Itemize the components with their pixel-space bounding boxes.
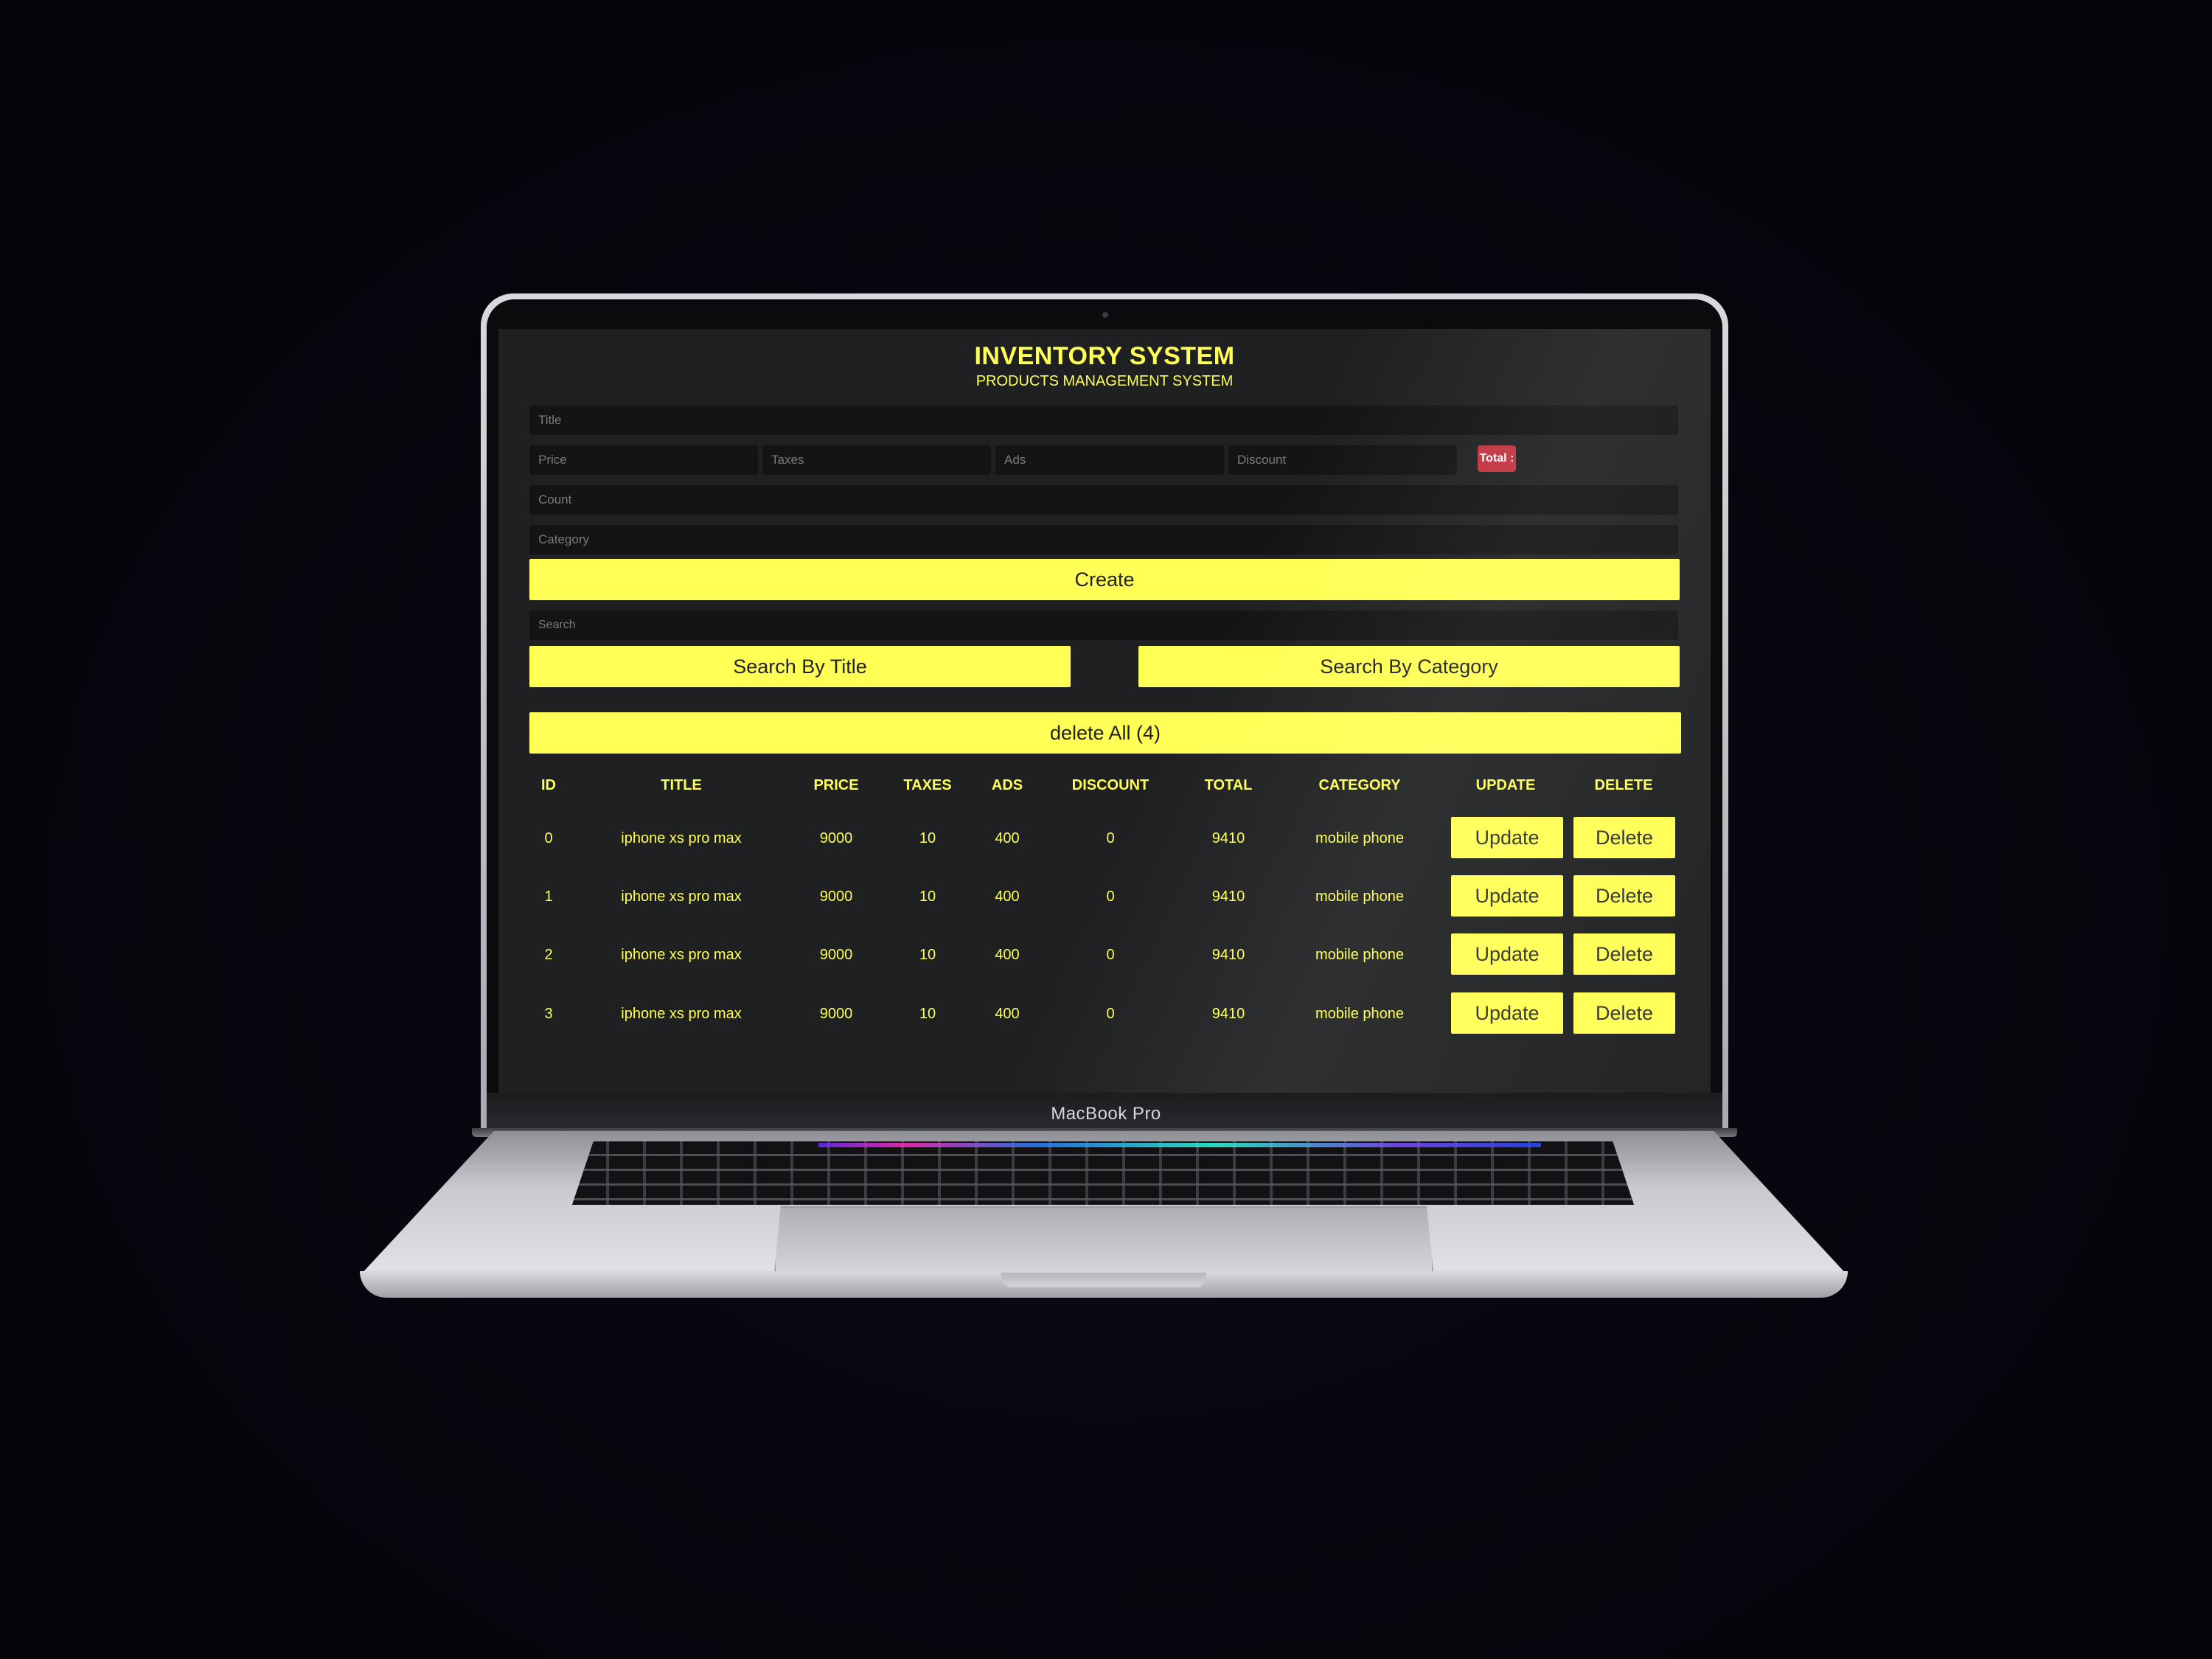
cell-title: iphone xs pro max — [621, 888, 742, 905]
cell-discount: 0 — [1106, 947, 1115, 963]
trackpad — [774, 1206, 1433, 1273]
column-header-taxes: TAXES — [903, 777, 952, 793]
create-button[interactable]: Create — [529, 559, 1680, 600]
cell-category: mobile phone — [1315, 947, 1405, 963]
column-header-category: CATEGORY — [1318, 777, 1401, 793]
column-header-discount: DISCOUNT — [1071, 777, 1150, 793]
page-title: INVENTORY SYSTEM — [974, 342, 1235, 370]
update-button[interactable]: Update — [1451, 875, 1563, 917]
cell-taxes: 10 — [919, 947, 936, 963]
cell-price: 9000 — [819, 888, 853, 905]
delete-button[interactable]: Delete — [1573, 875, 1675, 917]
cell-title: iphone xs pro max — [621, 830, 742, 846]
column-header-update: UPDATE — [1475, 777, 1536, 793]
product-photo-stage: INVENTORY SYSTEM PRODUCTS MANAGEMENT SYS… — [0, 0, 2212, 1659]
cell-id: 1 — [544, 888, 553, 905]
cell-ads: 400 — [995, 947, 1020, 963]
delete-all-button[interactable]: delete All (4) — [529, 712, 1681, 754]
cell-title: iphone xs pro max — [621, 1006, 742, 1022]
cell-total: 9410 — [1211, 888, 1245, 905]
inventory-app: INVENTORY SYSTEM PRODUCTS MANAGEMENT SYS… — [498, 329, 1711, 1093]
category-input[interactable] — [529, 525, 1678, 554]
ads-input[interactable] — [995, 445, 1224, 475]
cell-taxes: 10 — [919, 888, 936, 905]
cell-price: 9000 — [819, 1006, 853, 1022]
cell-title: iphone xs pro max — [621, 947, 742, 963]
keyboard-rows — [572, 1141, 1634, 1205]
cell-total: 9410 — [1211, 1006, 1245, 1022]
taxes-input[interactable] — [762, 445, 991, 475]
update-button[interactable]: Update — [1451, 992, 1563, 1034]
title-input[interactable] — [529, 406, 1678, 435]
cell-total: 9410 — [1211, 830, 1245, 846]
laptop-screen: INVENTORY SYSTEM PRODUCTS MANAGEMENT SYS… — [498, 329, 1711, 1093]
search-input[interactable] — [529, 611, 1678, 640]
cell-discount: 0 — [1106, 1006, 1115, 1022]
column-header-title: TITLE — [661, 777, 702, 793]
cell-price: 9000 — [819, 830, 853, 846]
cell-total: 9410 — [1211, 947, 1245, 963]
cell-discount: 0 — [1106, 888, 1115, 905]
cell-discount: 0 — [1106, 830, 1115, 846]
column-header-total: TOTAL — [1204, 777, 1253, 793]
column-header-delete: DELETE — [1594, 777, 1653, 793]
update-button[interactable]: Update — [1451, 817, 1563, 858]
cell-ads: 400 — [995, 830, 1020, 846]
cell-ads: 400 — [995, 888, 1020, 905]
update-button[interactable]: Update — [1451, 933, 1563, 975]
cell-category: mobile phone — [1315, 1006, 1405, 1022]
total-badge: Total : — [1478, 445, 1516, 472]
delete-button[interactable]: Delete — [1573, 817, 1675, 858]
search-by-category-button[interactable]: Search By Category — [1138, 646, 1680, 687]
lid-opening-notch — [1001, 1273, 1206, 1287]
page-subtitle: PRODUCTS MANAGEMENT SYSTEM — [975, 373, 1234, 389]
column-header-ads: ADS — [991, 777, 1023, 793]
delete-button[interactable]: Delete — [1573, 992, 1675, 1034]
device-label: MacBook Pro — [1051, 1104, 1161, 1124]
camera-icon — [1103, 313, 1107, 317]
count-input[interactable] — [529, 485, 1678, 515]
cell-taxes: 10 — [919, 830, 936, 846]
discount-input[interactable] — [1228, 445, 1457, 475]
cell-category: mobile phone — [1315, 888, 1405, 905]
cell-id: 2 — [544, 947, 553, 963]
cell-price: 9000 — [819, 947, 853, 963]
cell-taxes: 10 — [919, 1006, 936, 1022]
column-header-price: PRICE — [813, 777, 859, 793]
cell-id: 0 — [544, 830, 553, 846]
delete-button[interactable]: Delete — [1573, 933, 1675, 975]
price-input[interactable] — [529, 445, 758, 475]
cell-id: 3 — [544, 1006, 553, 1022]
column-header-id: ID — [541, 777, 556, 793]
search-by-title-button[interactable]: Search By Title — [529, 646, 1071, 687]
touch-bar — [818, 1143, 1541, 1147]
cell-category: mobile phone — [1315, 830, 1405, 846]
cell-ads: 400 — [995, 1006, 1020, 1022]
